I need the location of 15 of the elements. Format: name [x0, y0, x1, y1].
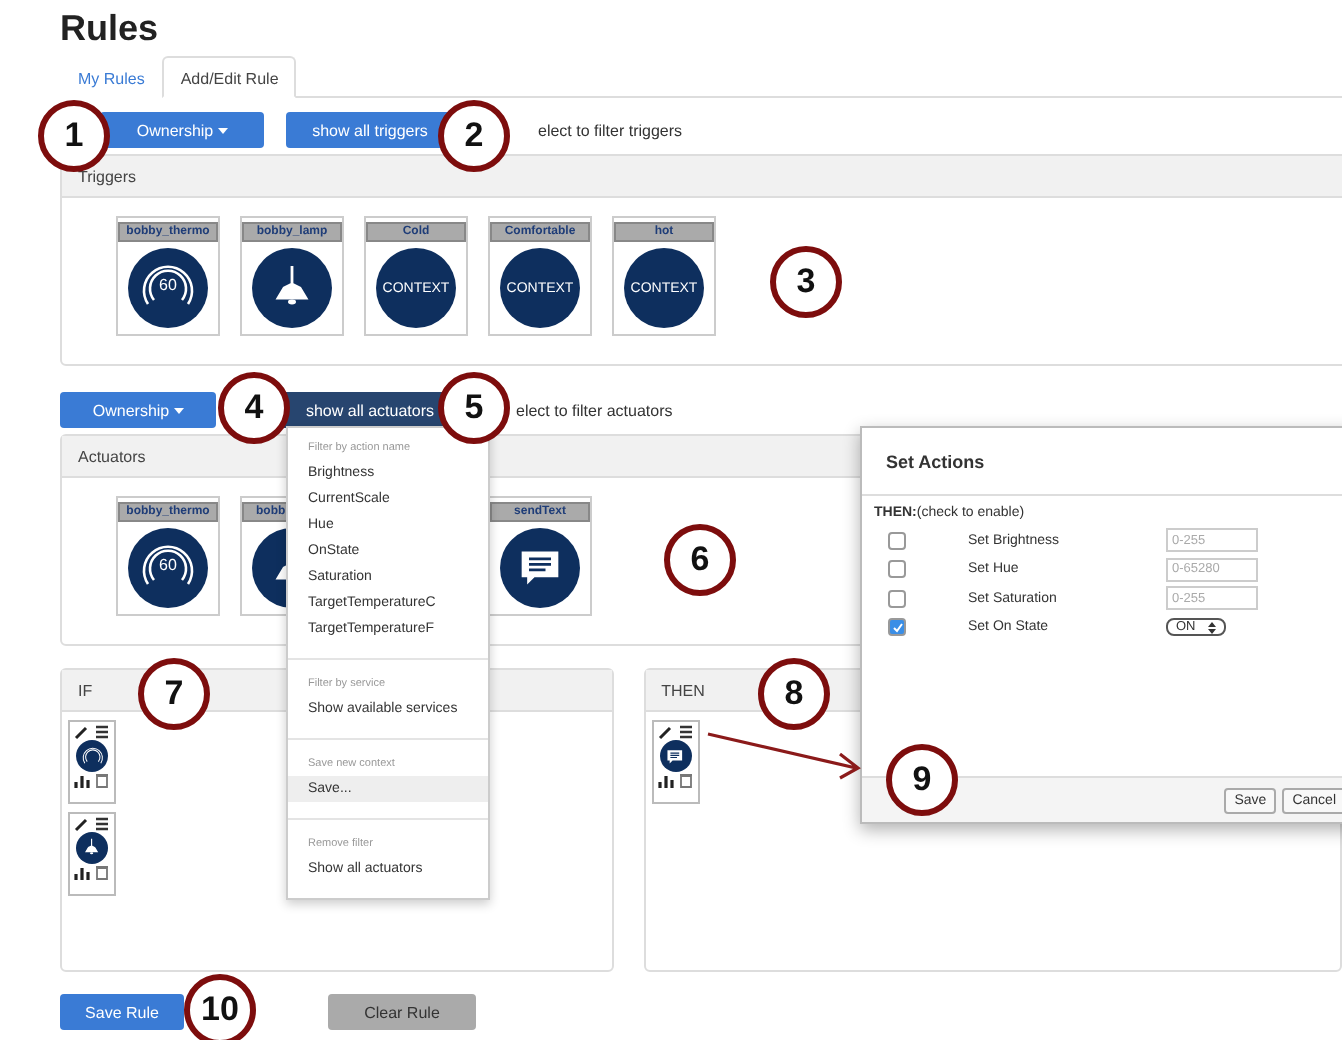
panel-title: Actuators [78, 447, 146, 465]
filter-hint: elect to filter actuators [516, 401, 673, 419]
dialog-title: Set Actions [886, 451, 985, 471]
filter-hint: elect to filter triggers [538, 121, 683, 139]
panel-title: Triggers [78, 167, 137, 185]
step-callout: 4 [218, 372, 290, 444]
page-title: Rules [60, 6, 161, 52]
panel-title: IF [78, 681, 93, 699]
step-callout: 10 [184, 974, 256, 1040]
gauge-reading: 60 [159, 556, 177, 574]
step-callout: 2 [438, 100, 510, 172]
gauge-reading: 60 [159, 276, 177, 294]
panel-title: THEN [661, 681, 705, 699]
step-callout: 1 [38, 100, 110, 172]
step-callout: 5 [438, 372, 510, 444]
